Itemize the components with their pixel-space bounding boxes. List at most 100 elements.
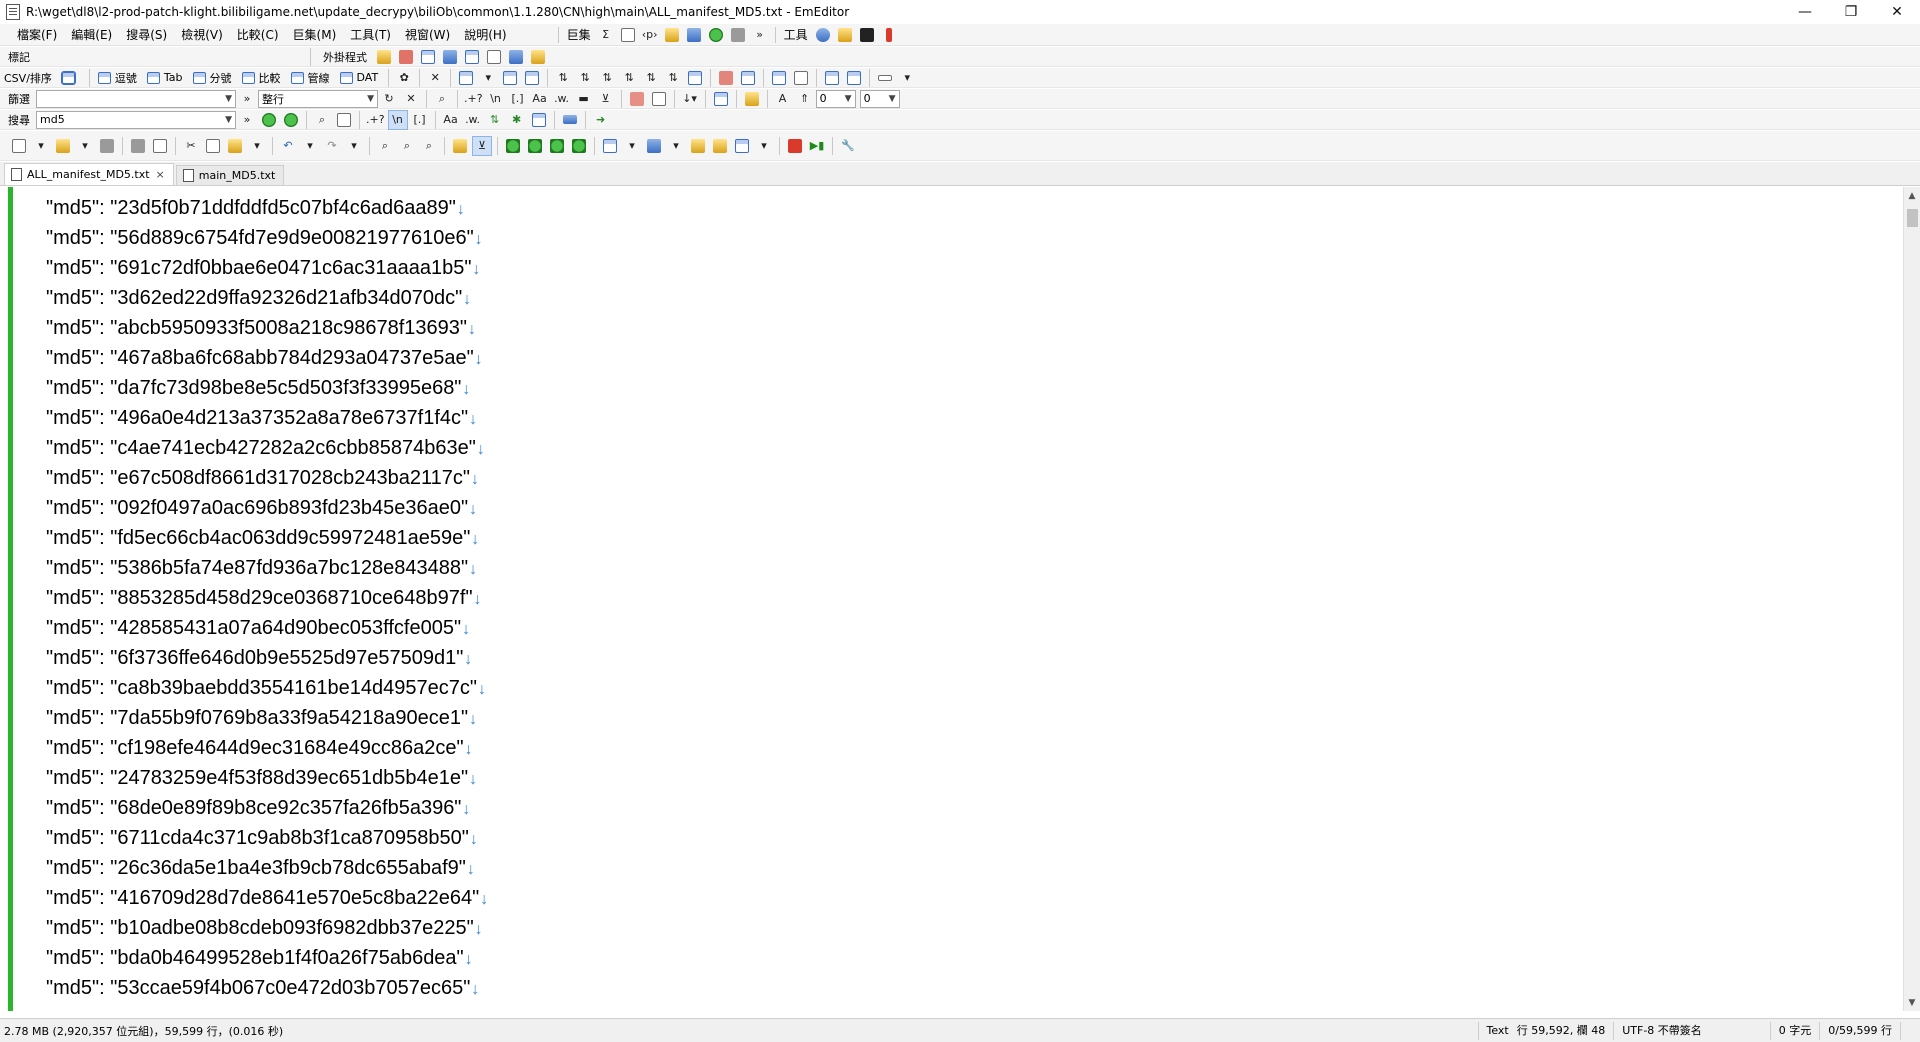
text-line[interactable]: "md5": "bda0b46499528eb1f4f0a26f75ab6dea… <box>46 943 488 973</box>
text-line[interactable]: "md5": "416709d28d7de8641e570e5c8ba22e64… <box>46 883 488 913</box>
settings-macro-icon[interactable] <box>685 26 703 44</box>
search-bracket-toggle[interactable]: [.] <box>411 111 429 129</box>
cursor-position-status[interactable]: 行 59,592, 欄 48 <box>1517 1022 1613 1040</box>
text-line[interactable]: "md5": "092f0497a0ac696b893fd23b45e36ae0… <box>46 493 488 523</box>
view-3-icon[interactable] <box>548 137 566 155</box>
join-icon[interactable] <box>792 69 810 87</box>
text-line[interactable]: "md5": "b10adbe08b8cdeb093f6982dbb37e225… <box>46 913 488 943</box>
number-icon[interactable] <box>845 69 863 87</box>
calendar-icon[interactable] <box>712 90 730 108</box>
text-line[interactable]: "md5": "26c36da5e1ba4e3fb9cb78dc655abaf9… <box>46 853 488 883</box>
clear-icon[interactable]: ✕ <box>402 90 420 108</box>
text-line[interactable]: "md5": "496a0e4d213a37352a8a78e6737f1f4c… <box>46 403 488 433</box>
sort-custom-icon[interactable] <box>686 69 704 87</box>
tools-icon[interactable]: ✕ <box>426 69 444 87</box>
menu-tools[interactable]: 工具(T) <box>343 24 398 46</box>
doc-icon[interactable] <box>485 48 503 66</box>
scroll-thumb[interactable] <box>1907 209 1918 227</box>
scroll-down-icon[interactable]: ▼ <box>1904 994 1920 1011</box>
tab-main-md5[interactable]: main_MD5.txt <box>175 165 285 185</box>
abc-icon[interactable] <box>717 69 735 87</box>
chevron-down-icon[interactable]: ▾ <box>248 137 266 155</box>
highlight-icon[interactable]: ✱ <box>508 111 526 129</box>
scroll-up-icon[interactable]: ▲ <box>1904 187 1920 204</box>
pin-icon[interactable]: ⇑ <box>796 90 814 108</box>
wrench-icon[interactable]: 🔧 <box>839 137 857 155</box>
encoding-icon[interactable] <box>645 137 663 155</box>
minus-icon[interactable]: ▬ <box>575 90 593 108</box>
stop-record-icon[interactable] <box>786 137 804 155</box>
chevron-down-icon[interactable]: ▾ <box>623 137 641 155</box>
regex-toggle[interactable]: .+? <box>464 90 483 108</box>
text-line[interactable]: "md5": "68de0e89f89b8ce92c357fa26fb5a396… <box>46 793 488 823</box>
font-icon[interactable]: A <box>774 90 792 108</box>
tab-all-manifest[interactable]: ALL_manifest_MD5.txt × <box>4 163 174 185</box>
search-regex-toggle[interactable]: .+? <box>366 111 385 129</box>
text-line[interactable]: "md5": "7da55b9f0769b8a33f9a54218a90ece1… <box>46 703 488 733</box>
undo-icon[interactable]: ↶ <box>279 137 297 155</box>
csv-dat-button[interactable]: DAT <box>339 71 378 84</box>
close-icon[interactable]: × <box>156 168 165 181</box>
search-window-icon[interactable] <box>335 111 353 129</box>
window-icon[interactable] <box>441 48 459 66</box>
view-4-icon[interactable] <box>570 137 588 155</box>
filter-number-select-2[interactable]: 0 ▼ <box>859 89 900 108</box>
copy-icon[interactable] <box>204 137 222 155</box>
text-line[interactable]: "md5": "fd5ec66cb4ac063dd9c59972481ae59e… <box>46 523 488 553</box>
macro-run-icon[interactable] <box>711 137 729 155</box>
text-line[interactable]: "md5": "ca8b39baebdd3554161be14d4957ec7c… <box>46 673 488 703</box>
text-line[interactable]: "md5": "e67c508df8661d317028cb243ba2117c… <box>46 463 488 493</box>
swap-icon[interactable]: ⇅ <box>486 111 504 129</box>
text-line[interactable]: "md5": "da7fc73d98be8e5c5d503f3f33995e68… <box>46 373 488 403</box>
new-file-icon[interactable] <box>10 137 28 155</box>
sort-num-icon[interactable]: ⇅ <box>598 69 616 87</box>
text-line[interactable]: "md5": "8853285d458d29ce0368710ce648b97f… <box>46 583 488 613</box>
macro-edit-icon[interactable] <box>689 137 707 155</box>
text-line[interactable]: "md5": "56d889c6754fd7e9d9e00821977610e6… <box>46 223 488 253</box>
chevron-down-icon[interactable]: ▾ <box>301 137 319 155</box>
case-toggle[interactable]: Aa <box>531 90 549 108</box>
table-icon[interactable] <box>501 69 519 87</box>
list-icon[interactable] <box>419 48 437 66</box>
list-results-icon[interactable] <box>530 111 548 129</box>
split-icon[interactable] <box>770 69 788 87</box>
menu-window[interactable]: 視窗(W) <box>398 24 457 46</box>
open-folder-icon[interactable] <box>54 137 72 155</box>
panel-icon[interactable] <box>463 48 481 66</box>
copy-icon[interactable] <box>628 90 646 108</box>
chevron-down-icon[interactable]: ▾ <box>898 69 916 87</box>
menu-edit[interactable]: 編輯(E) <box>64 24 119 46</box>
search-case-toggle[interactable]: Aa <box>442 111 460 129</box>
csv-pipe-button[interactable]: 管線 <box>290 70 330 86</box>
csv-sort-button[interactable]: CSV/排序 <box>4 70 52 86</box>
notepad-icon[interactable] <box>836 26 854 44</box>
print-preview-icon[interactable] <box>151 137 169 155</box>
copy-window-icon[interactable] <box>507 48 525 66</box>
text-line[interactable]: "md5": "abcb5950933f5008a218c98678f13693… <box>46 313 488 343</box>
vertical-scrollbar[interactable]: ▲ ▼ <box>1903 187 1920 1011</box>
find-prev-icon[interactable] <box>282 111 300 129</box>
convert-icon[interactable] <box>823 69 841 87</box>
csv-compare-button[interactable]: 比較 <box>241 70 281 86</box>
chevron-down-icon[interactable]: ▾ <box>76 137 94 155</box>
filter-clear-icon[interactable]: ⊻ <box>597 90 615 108</box>
csv-comma-button[interactable]: 逗號 <box>97 70 137 86</box>
chevron-down-icon[interactable]: ▾ <box>755 137 773 155</box>
format-icon[interactable] <box>739 69 757 87</box>
chevron-down-icon[interactable]: ▾ <box>345 137 363 155</box>
save-icon[interactable] <box>98 137 116 155</box>
run-macro-icon[interactable] <box>707 26 725 44</box>
text-line[interactable]: "md5": "6711cda4c371c9ab8b3f1ca870958b50… <box>46 823 488 853</box>
tools-toolbar-label[interactable]: 工具 <box>780 26 812 43</box>
text-line[interactable]: "md5": "428585431a07a64d90bec053ffcfe005… <box>46 613 488 643</box>
overflow-chevron-icon[interactable]: » <box>238 90 256 108</box>
text-line[interactable]: "md5": "cf198efe4644d9ec31684e49cc86a2ce… <box>46 733 488 763</box>
menu-search[interactable]: 搜尋(S) <box>119 24 174 46</box>
search-input[interactable]: md5 ▼ <box>36 110 236 129</box>
csv-mode-button[interactable] <box>60 70 79 85</box>
newline-toggle[interactable]: \n <box>487 90 505 108</box>
find-next-icon[interactable] <box>260 111 278 129</box>
print-icon[interactable] <box>129 137 147 155</box>
paste-icon[interactable] <box>226 137 244 155</box>
find-next-icon[interactable]: ⌕ <box>398 137 416 155</box>
